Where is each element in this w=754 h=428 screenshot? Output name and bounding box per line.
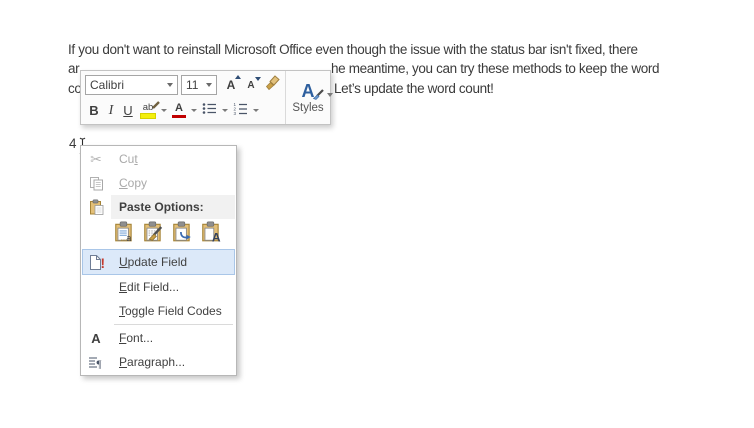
keep-source-formatting-icon: a [113,220,135,248]
menu-item-paragraph[interactable]: ¶ Paragraph... [81,350,236,374]
field-context-menu: ✂ Cut Copy Paste Options: a A ! Update F… [80,145,237,376]
styles-icon: A [302,82,333,100]
svg-text:A: A [212,230,221,243]
paragraph-icon: ¶ [81,355,111,370]
bullets-button[interactable] [199,100,220,121]
styles-label: Styles [292,101,324,114]
menu-item-font[interactable]: A Font... [81,326,236,350]
font-size-value: 11 [186,78,199,92]
svg-text:3: 3 [234,111,237,115]
font-icon: A [91,330,101,346]
paragraph-line-2-left: ar [68,61,80,76]
paste-options-row: a A [81,219,236,249]
paste-keep-text-only-button[interactable]: A [198,220,224,248]
menu-item-edit-field[interactable]: Edit Field... [81,275,236,299]
shrink-font-icon: A [247,76,261,91]
highlight-icon: ab [140,100,161,119]
paragraph-line-2-right: he meantime, you can try these methods t… [331,61,660,76]
paragraph-line-3-right: Let’s update the word count! [334,81,494,96]
bold-button[interactable]: B [85,100,103,121]
paste-keep-source-formatting-button[interactable]: a [111,220,137,248]
menu-item-paste-options: Paste Options: [81,195,236,219]
highlight-dropdown[interactable] [159,100,169,121]
menu-item-cut: ✂ Cut [81,147,236,171]
italic-button[interactable]: I [103,100,119,121]
underline-button[interactable]: U [119,100,137,121]
toolbar-row-2: B I U ab A 1 2 3 [81,98,285,123]
svg-text:¶: ¶ [97,358,102,370]
chevron-down-icon [326,92,333,97]
font-color-swatch [172,114,186,119]
chevron-down-icon [206,83,212,87]
chevron-down-icon [253,109,259,112]
svg-text:a: a [126,233,131,243]
mini-formatting-toolbar: Calibri 11 A A B I U ab A 1 2 3 A Styles [80,70,333,125]
format-painter-icon [265,74,281,96]
field-value: 4 [69,136,77,151]
grow-font-button[interactable]: A [221,74,242,96]
keep-text-only-icon: A [200,220,222,248]
menu-item-toggle-field-codes[interactable]: Toggle Field Codes [81,299,236,323]
paste-merge-formatting-button[interactable] [140,220,166,248]
paste-link-icon [171,220,193,248]
font-name-combobox[interactable]: Calibri [85,75,178,95]
highlight-color-button[interactable]: ab [137,100,161,121]
format-painter-button[interactable] [262,74,284,96]
update-field-icon: ! [81,254,111,271]
paste-icon [81,199,111,215]
numbered-list-icon: 1 2 3 [233,102,248,120]
chevron-down-icon [161,109,167,112]
menu-separator [114,324,233,325]
paste-link-button[interactable] [169,220,195,248]
merge-formatting-icon [142,220,164,248]
svg-text:!: ! [100,256,105,271]
font-name-value: Calibri [90,78,125,92]
highlight-color-swatch [140,113,156,119]
toolbar-row-1: Calibri 11 A A [81,71,285,98]
bullet-list-icon [202,102,217,120]
font-size-combobox[interactable]: 11 [181,75,217,95]
shrink-font-button[interactable]: A [242,74,261,96]
copy-icon [81,176,111,191]
chevron-down-icon [222,109,228,112]
chevron-down-icon [167,83,173,87]
menu-item-copy: Copy [81,171,236,195]
menu-item-update-field[interactable]: ! Update Field [81,249,236,275]
font-color-icon: A [172,102,186,119]
cut-icon: ✂ [90,150,102,167]
numbering-dropdown[interactable] [251,100,261,121]
bullets-dropdown[interactable] [220,100,230,121]
grow-font-icon: A [227,75,242,92]
paragraph-line-1: If you don't want to reinstall Microsoft… [68,42,638,57]
chevron-down-icon [191,109,197,112]
font-color-dropdown[interactable] [189,100,199,121]
font-color-button[interactable]: A [169,100,189,121]
styles-button[interactable]: A Styles [285,71,333,124]
word-document-canvas: If you don't want to reinstall Microsoft… [0,0,754,428]
numbering-button[interactable]: 1 2 3 [230,100,251,121]
